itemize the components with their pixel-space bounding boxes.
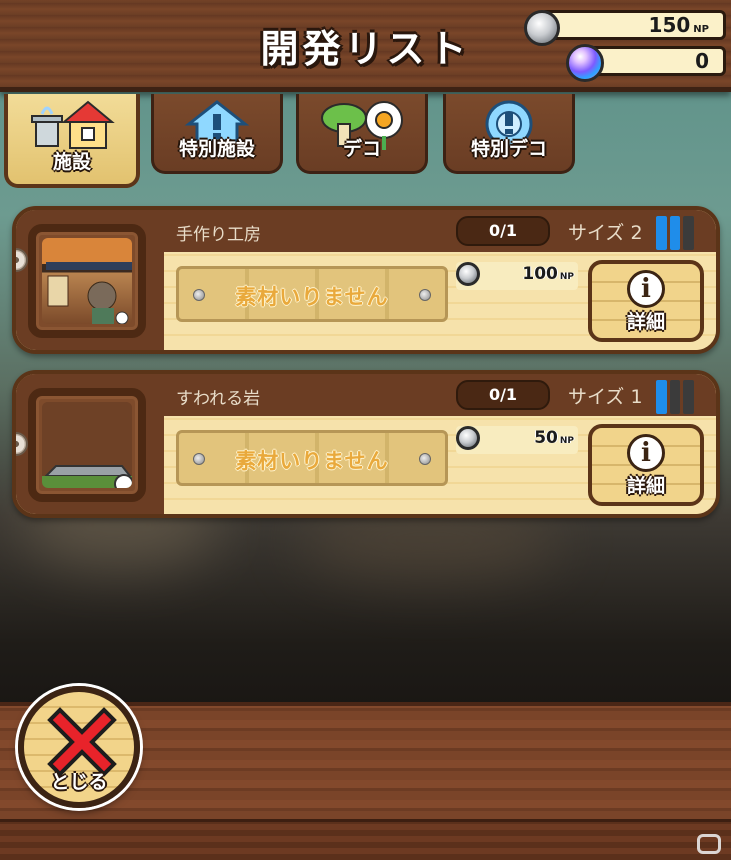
info-icon: i [627,270,665,308]
detail-label: 詳細 [626,311,665,333]
size-bar [669,380,681,414]
cost-amount: 50 [534,428,558,448]
detail-label: 詳細 [626,475,665,497]
item-name: 手作り工房 [176,225,261,245]
cost-unit: NP [559,436,574,446]
item-name: すわれる岩 [176,389,261,409]
item-card[interactable]: 手作り工房 0/1 サイズ 2 素材いりません 100 NP i 詳細 [12,206,720,354]
coin-icon [456,262,480,286]
rock-thumbnail [42,402,132,488]
tab-special-deco[interactable]: 特別デコ [443,94,575,174]
rock-image [42,402,132,488]
item-size-label: サイズ 2 [568,222,643,244]
materials-text: 素材いりません [235,285,389,309]
materials-board: 素材いりません [176,266,448,322]
materials-text: 素材いりません [235,449,389,473]
orb-amount: 0 [695,49,709,73]
tab-label: 特別施設 [178,138,255,160]
item-thumbnail-frame [28,388,146,502]
item-card[interactable]: すわれる岩 0/1 サイズ 1 素材いりません 50 NP i 詳細 [12,370,720,518]
size-bar [656,380,667,414]
size-bar [683,216,695,250]
item-thumbnail-frame [28,224,146,338]
workshop-image [46,262,132,324]
coin-amount: 150 [648,13,691,37]
close-label: とじる [50,771,108,793]
item-size-label: サイズ 1 [568,386,643,408]
cost-amount: 100 [522,264,558,284]
item-count: 0/1 [456,380,550,410]
coin-unit: NP [693,24,709,35]
size-indicator [656,380,695,414]
info-icon: i [627,434,665,472]
size-bar [669,216,681,250]
coin-icon [524,10,560,46]
tab-label: デコ [342,138,381,160]
watermark-logo [697,834,721,854]
tab-label: 施設 [52,151,91,173]
detail-button[interactable]: i 詳細 [588,260,704,342]
materials-board: 素材いりません [176,430,448,486]
orb-icon [566,44,604,82]
cost-unit: NP [559,272,574,282]
tab-special-facilities[interactable]: 特別施設 [151,94,283,174]
tab-facilities[interactable]: 施設 [4,94,140,188]
item-count: 0/1 [456,216,550,246]
tab-deco[interactable]: デコ [296,94,428,174]
size-bar [656,216,667,250]
detail-button[interactable]: i 詳細 [588,424,704,506]
close-button[interactable]: とじる [18,686,140,808]
coin-icon [456,426,480,450]
item-cost: 100 NP [456,262,578,290]
size-bar [683,380,695,414]
item-cost: 50 NP [456,426,578,454]
size-indicator [656,216,695,250]
house-fountain-icon [31,100,115,149]
orb-balance: 0 [584,46,726,76]
tab-label: 特別デコ [470,138,547,160]
workshop-thumbnail [42,238,132,324]
coin-balance: 150 NP [540,10,726,40]
header-bar: 開発リスト 150 NP 0 [0,0,731,92]
